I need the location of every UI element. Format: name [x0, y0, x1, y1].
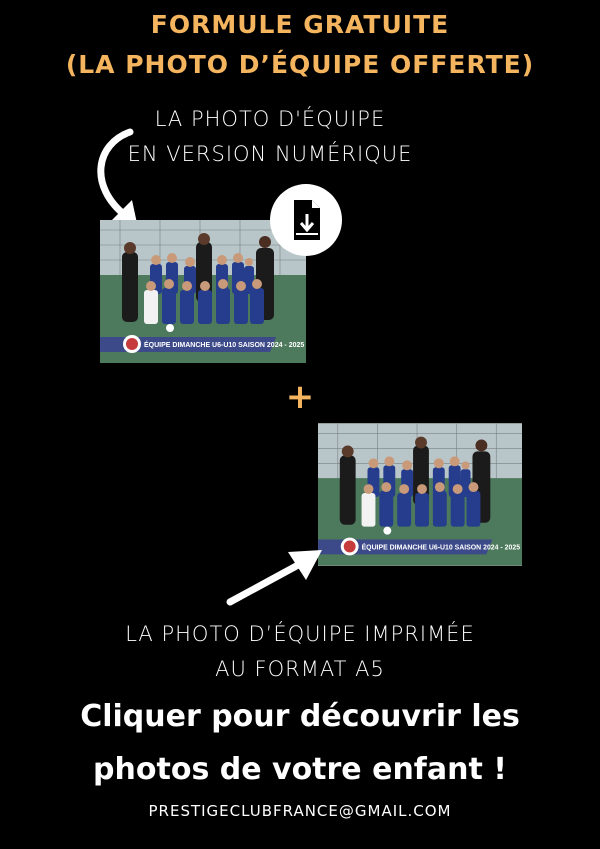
cta-line1: Cliquer pour découvrir les: [80, 699, 520, 734]
team-photo-image: ÉQUIPE DIMANCHE U6-U10 SAISON 2024 - 202…: [318, 423, 522, 566]
header-title-line2: (LA PHOTO D’ÉQUIPE OFFERTE): [65, 50, 535, 79]
download-file-button[interactable]: [270, 184, 342, 256]
team-photo-printed[interactable]: ÉQUIPE DIMANCHE U6-U10 SAISON 2024 - 202…: [318, 423, 522, 566]
printed-caption: LA PHOTO D’ÉQUIPE IMPRIMÉE AU FORMAT A5: [60, 617, 540, 687]
arrow-up-right-icon: [226, 550, 322, 606]
header-title-line1: FORMULE GRATUITE: [150, 10, 450, 39]
contact-email[interactable]: PRESTIGECLUBFRANCE@GMAIL.COM: [0, 802, 600, 820]
printed-caption-line1: LA PHOTO D’ÉQUIPE IMPRIMÉE: [125, 622, 475, 646]
team-photo-banner-text: ÉQUIPE DIMANCHE U6-U10 SAISON 2024 - 202…: [362, 542, 521, 551]
file-download-icon: [294, 200, 320, 240]
team-photo-banner-text: ÉQUIPE DIMANCHE U6-U10 SAISON 2024 - 202…: [144, 340, 304, 349]
plus-sign: +: [285, 377, 315, 417]
cta-line2: photos de votre enfant !: [93, 752, 507, 787]
cta-link[interactable]: Cliquer pour découvrir les photos de vot…: [0, 690, 600, 796]
printed-caption-line2: AU FORMAT A5: [215, 657, 385, 681]
